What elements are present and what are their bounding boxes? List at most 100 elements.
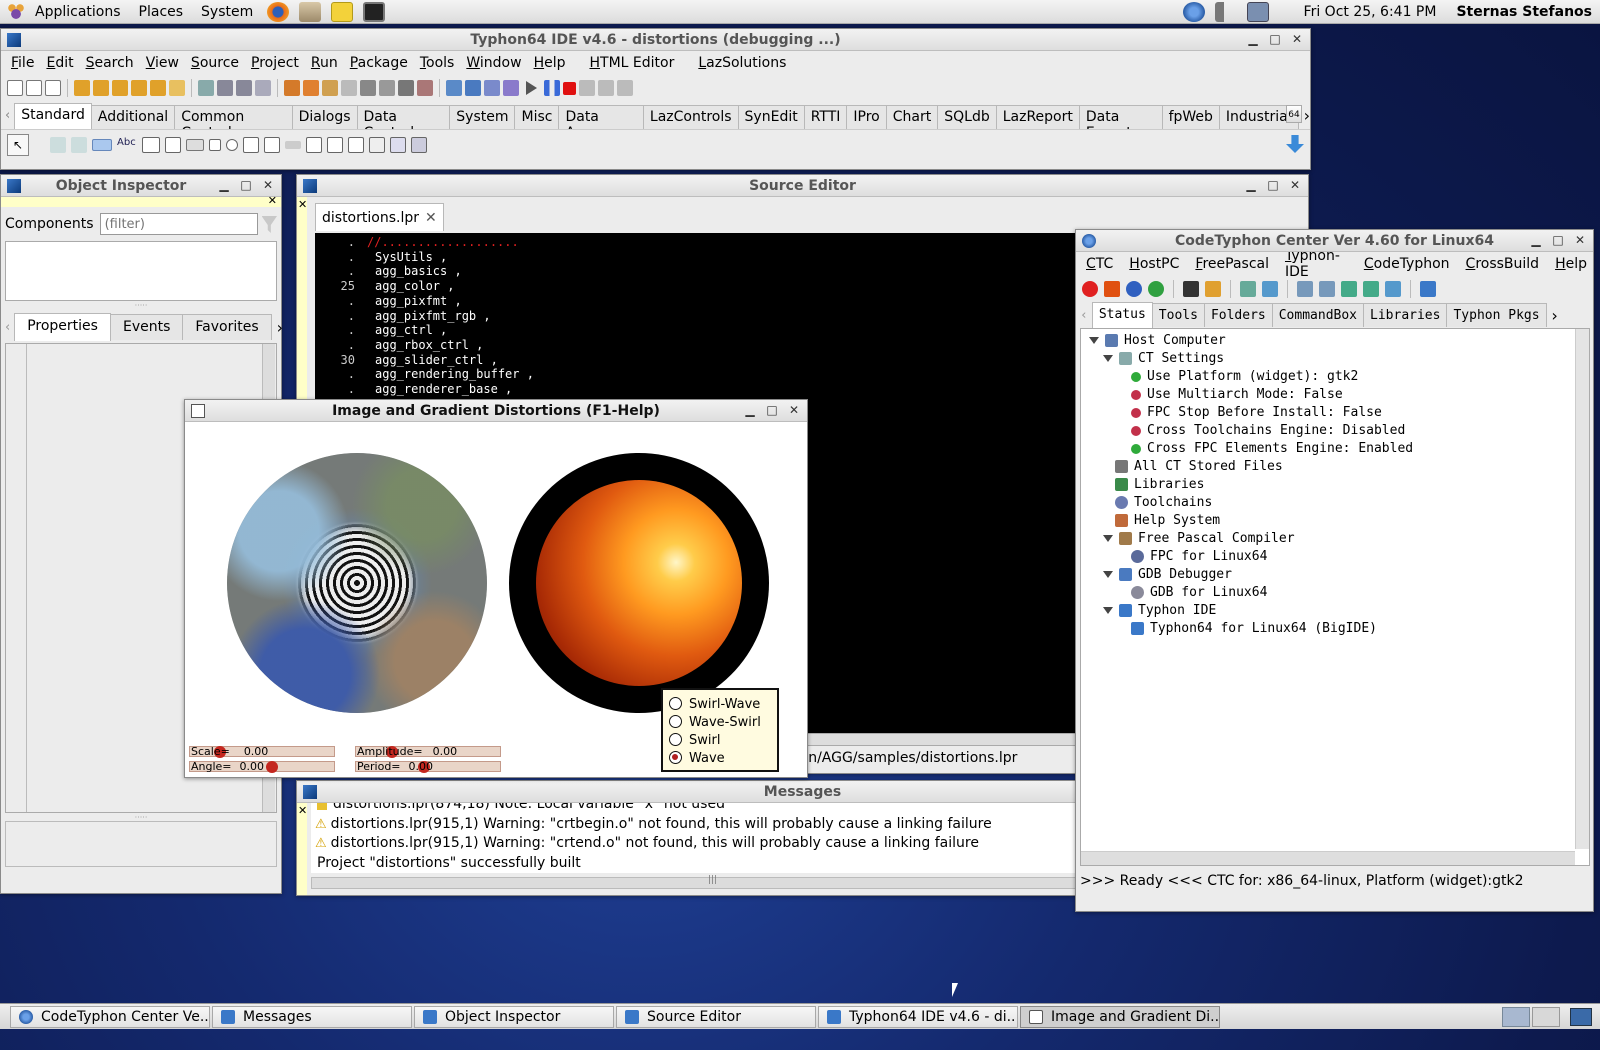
settings-icon[interactable]	[1385, 281, 1401, 297]
close-tab-icon[interactable]: ✕	[425, 210, 437, 226]
ctc-menu-help[interactable]: Help	[1549, 256, 1593, 272]
close-icon[interactable]: ✕	[787, 402, 801, 418]
tree-node-help-system[interactable]: Help System	[1115, 513, 1220, 528]
tree-node-gdb-linux64[interactable]: GDB for Linux64	[1131, 585, 1267, 600]
open-package-icon[interactable]	[131, 80, 147, 96]
menu-window[interactable]: Window	[460, 55, 527, 71]
menu-project[interactable]: Project	[245, 55, 305, 71]
gradient-sphere[interactable]	[536, 480, 742, 686]
typhon-launch-icon[interactable]	[1420, 281, 1436, 297]
tree-node-libraries[interactable]: Libraries	[1115, 477, 1204, 492]
ctc-menu-ctc[interactable]: CTC	[1080, 256, 1119, 272]
ctc-tab-folders[interactable]: Folders	[1203, 303, 1273, 327]
revert-icon[interactable]	[255, 80, 271, 96]
console-icon[interactable]	[1183, 281, 1199, 297]
folder-icon[interactable]	[1205, 281, 1221, 297]
maximize-icon[interactable]: □	[765, 402, 779, 418]
palette-tab-lazreport[interactable]: LazReport	[995, 105, 1080, 129]
open-project-icon[interactable]	[112, 80, 128, 96]
demo-titlebar[interactable]: Image and Gradient Distortions (F1-Help)…	[185, 400, 807, 422]
palette-tab-dialogs[interactable]: Dialogs	[291, 105, 358, 129]
download-icon[interactable]	[1104, 281, 1120, 297]
compile-icon[interactable]	[465, 80, 481, 96]
ctc-tab-status[interactable]: Status	[1091, 302, 1153, 328]
task-distortions-demo[interactable]: Image and Gradient Di...	[1020, 1006, 1220, 1028]
tscrollbar-icon[interactable]	[285, 140, 301, 149]
mail-icon[interactable]	[299, 1, 322, 22]
palette-tab-system[interactable]: System	[449, 105, 516, 129]
refresh-icon[interactable]	[1148, 281, 1164, 297]
show-desktop-icon[interactable]	[1570, 1008, 1592, 1026]
tree-node-fpc-linux64[interactable]: FPC for Linux64	[1131, 549, 1267, 564]
tmainmenu-icon[interactable]	[50, 136, 66, 153]
tree-node-fpc[interactable]: Free Pascal Compiler	[1103, 531, 1295, 546]
tree-node-setting[interactable]: Cross Toolchains Engine: Disabled	[1131, 423, 1405, 438]
menu-html-editor[interactable]: HTML Editor	[583, 55, 680, 71]
terminal-icon[interactable]	[363, 1, 386, 22]
close-icon[interactable]: ✕	[1288, 177, 1302, 193]
tlabel-icon[interactable]: Abc	[117, 137, 137, 153]
palette-tab-data-controls[interactable]: Data Controls	[356, 105, 451, 141]
menu-search[interactable]: Search	[80, 55, 140, 71]
new-file-icon[interactable]	[7, 80, 23, 96]
tradiogroup-icon[interactable]	[327, 136, 343, 153]
ctc-tab-commandbox[interactable]: CommandBox	[1271, 303, 1365, 327]
tab-favorites[interactable]: Favorites	[182, 314, 272, 340]
tpanel-icon[interactable]	[369, 136, 385, 153]
palette-tab-standard[interactable]: Standard	[14, 103, 92, 129]
menu-package[interactable]: Package	[344, 55, 414, 71]
install-icon[interactable]	[1240, 281, 1256, 297]
workspace-2[interactable]	[1532, 1007, 1560, 1027]
build-icon[interactable]	[417, 80, 433, 96]
tree-node-host-computer[interactable]: Host Computer	[1089, 333, 1226, 348]
ttogglebox-icon[interactable]	[186, 138, 204, 151]
minimize-icon[interactable]: ▁	[1246, 31, 1260, 47]
palette-tab-synedit[interactable]: SynEdit	[737, 105, 805, 129]
volume-icon[interactable]	[1214, 1, 1237, 22]
ctc-titlebar[interactable]: CodeTyphon Center Ver 4.60 for Linux64 ▁…	[1076, 230, 1593, 252]
scroll-left-icon[interactable]: ‹	[5, 320, 10, 335]
step-into-icon[interactable]	[579, 80, 595, 96]
stop-icon[interactable]	[563, 81, 576, 95]
palette-tab-sqldb[interactable]: SQLdb	[937, 105, 997, 129]
step-over-icon[interactable]	[598, 80, 614, 96]
tree-node-typhon-linux64[interactable]: Typhon64 for Linux64 (BigIDE)	[1131, 621, 1377, 636]
network-icon[interactable]	[1246, 1, 1269, 22]
tree-node-setting[interactable]: FPC Stop Before Install: False	[1131, 405, 1382, 420]
components-filter-input[interactable]	[99, 213, 258, 235]
user-name[interactable]: Sternas Stefanos	[1456, 4, 1592, 20]
palette-tab-additional[interactable]: Additional	[90, 105, 176, 129]
radio-wave[interactable]: Wave	[669, 750, 777, 768]
component-tree[interactable]	[5, 241, 277, 301]
expand-icon[interactable]	[1103, 535, 1113, 542]
tree-node-gdb[interactable]: GDB Debugger	[1103, 567, 1232, 582]
palette-tab-misc[interactable]: Misc	[514, 105, 560, 129]
attach-icon[interactable]	[503, 80, 519, 96]
ctc-tab-tools[interactable]: Tools	[1151, 303, 1205, 327]
tree-horizontal-scrollbar[interactable]	[1081, 851, 1575, 865]
view-forms-icon[interactable]	[379, 80, 395, 96]
scroll-left-icon[interactable]: ‹	[1080, 308, 1088, 323]
close-icon[interactable]: ✕	[1290, 31, 1304, 47]
scroll-right-icon[interactable]: ›	[1304, 106, 1310, 125]
save-icon[interactable]	[217, 80, 233, 96]
minimize-icon[interactable]: ▁	[743, 402, 757, 418]
clean-icon[interactable]	[1262, 281, 1278, 297]
palette-tab-common-controls[interactable]: Common Controls	[174, 105, 293, 141]
step-out-icon[interactable]	[617, 80, 633, 96]
tree-node-setting[interactable]: Use Multiarch Mode: False	[1131, 387, 1343, 402]
save-all-icon[interactable]	[236, 80, 252, 96]
tradiobutton-icon[interactable]	[226, 138, 238, 151]
open-icon[interactable]	[74, 80, 90, 96]
scroll-right-icon[interactable]: ›	[1550, 306, 1560, 325]
close-icon[interactable]: ✕	[1573, 232, 1587, 248]
build-all-icon[interactable]	[1319, 281, 1335, 297]
rebuild-icon[interactable]	[1363, 281, 1379, 297]
panel-menu-places[interactable]: Places	[130, 0, 193, 24]
project-inspector-icon[interactable]	[284, 80, 300, 96]
undock-close-icon[interactable]: ✕	[297, 804, 307, 817]
expand-icon[interactable]	[1103, 607, 1113, 614]
tree-node-stored-files[interactable]: All CT Stored Files	[1115, 459, 1283, 474]
menu-view[interactable]: View	[140, 55, 185, 71]
tedit-icon[interactable]	[142, 136, 160, 153]
